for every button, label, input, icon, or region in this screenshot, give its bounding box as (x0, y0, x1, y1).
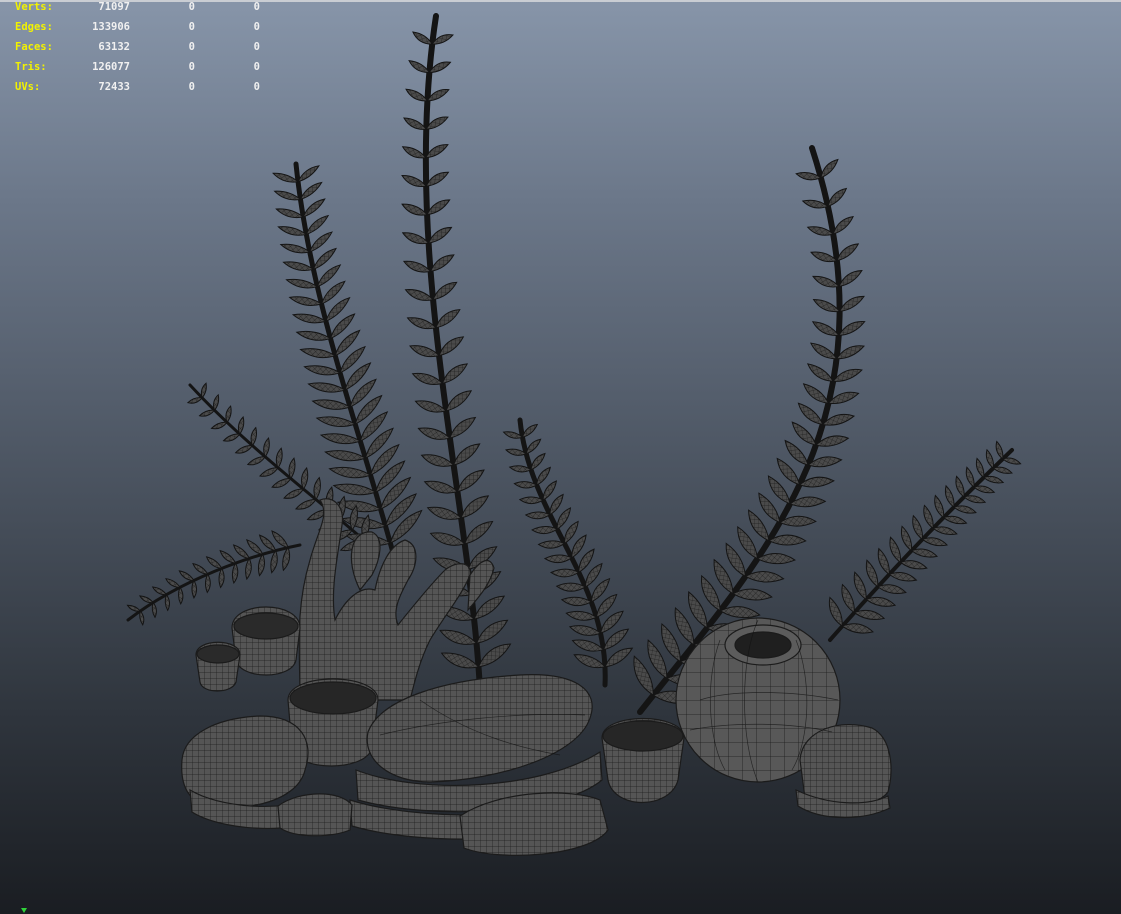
hud-label: Edges: (15, 21, 53, 33)
fern-leaf (308, 231, 333, 253)
fern-leaf (319, 433, 362, 445)
fern-leaf (531, 526, 559, 535)
fern-leaf (537, 540, 566, 549)
hud-selected: 0 (188, 81, 195, 93)
fern-leaf (889, 536, 902, 564)
fern-leaf (231, 562, 239, 585)
fern-leaf (246, 456, 267, 466)
hud-selected: 0 (188, 1, 195, 13)
fern-leaf (797, 402, 824, 426)
fern-leaf (283, 488, 305, 499)
hud-selected: 0 (188, 41, 195, 53)
hud-label: Faces: (15, 41, 53, 53)
fern-leaf (324, 450, 367, 462)
fern-leaf (299, 181, 323, 201)
fern-leaf (828, 596, 843, 628)
hud-label: Verts: (15, 1, 53, 13)
green-triangle-icon (21, 908, 27, 913)
fern-leaf (985, 448, 994, 470)
hud-total: 63132 (98, 41, 130, 53)
flat-rocks (181, 674, 609, 856)
hud-label: Tris: (15, 61, 47, 73)
fern-leaf (259, 467, 279, 477)
hud-component: 0 (253, 21, 260, 33)
fern-leaf (995, 440, 1004, 460)
fern-leaf (315, 416, 357, 428)
fern-leaf (944, 484, 955, 509)
fern-leaf (440, 652, 480, 669)
hud-total: 133906 (92, 21, 130, 33)
fern-leaf (151, 601, 157, 619)
hud-component: 0 (253, 81, 260, 93)
fern-leaf (302, 198, 326, 218)
fern-leaf (164, 593, 170, 612)
fern-leaf (865, 559, 879, 588)
fern-leaf (234, 445, 254, 454)
fern-leaf (218, 567, 225, 589)
fern-leaf (186, 397, 204, 404)
fern-leaf (877, 547, 890, 576)
hud-component: 0 (253, 41, 260, 53)
fern-leaf (934, 494, 945, 519)
fern-leaf (198, 409, 216, 417)
fern-leaf (303, 365, 342, 376)
fern-leaf (965, 466, 975, 489)
fern-leaf (328, 466, 372, 479)
fern-leaf (245, 557, 252, 581)
fern-leaf (923, 504, 934, 530)
hud-label: UVs: (15, 81, 41, 93)
fern-leaf (205, 556, 223, 570)
fern-leaf (332, 483, 377, 496)
hud-component: 0 (253, 1, 260, 13)
fern-leaf (294, 498, 317, 510)
fern-leaf (232, 544, 251, 560)
fern-leaf (307, 382, 347, 393)
fern-leaf (841, 583, 855, 614)
fern-leaf (295, 330, 332, 341)
fern-leaf (311, 399, 352, 410)
fern-leaf (270, 549, 278, 574)
hud-selected: 0 (188, 61, 195, 73)
fern-leaf (204, 573, 211, 594)
hud-total: 126077 (92, 61, 130, 73)
hud-total: 71097 (98, 1, 130, 13)
fern-leaf (271, 477, 292, 488)
hud-component: 0 (253, 61, 260, 73)
hud-total: 72433 (98, 81, 130, 93)
fern-leaf (192, 562, 209, 575)
fern-leaf (305, 214, 330, 236)
scene-wireframe[interactable] (0, 0, 1121, 914)
fern-leaf (812, 298, 841, 313)
fern-leaf (955, 475, 965, 498)
fern-leaf (900, 525, 913, 552)
fern-leaf (191, 579, 198, 599)
fern-leaf (139, 609, 145, 626)
fern-leaf (573, 654, 607, 669)
fern-leaf (853, 571, 867, 601)
fern-leaf (222, 433, 241, 442)
fern-leaf (912, 514, 923, 541)
fern-leaf (210, 421, 228, 430)
hud-selected: 0 (188, 21, 195, 33)
fern-leaves (126, 31, 1022, 704)
fern-leaf (299, 348, 337, 359)
fern-leaf (257, 553, 266, 577)
fern-leaf (178, 586, 184, 605)
fern-leaf (543, 554, 573, 564)
fern-leaf (282, 546, 291, 572)
fern-leaf (439, 629, 478, 645)
fern-leaf (219, 549, 237, 564)
fern-leaf (975, 457, 985, 479)
small-rocks (795, 724, 892, 819)
